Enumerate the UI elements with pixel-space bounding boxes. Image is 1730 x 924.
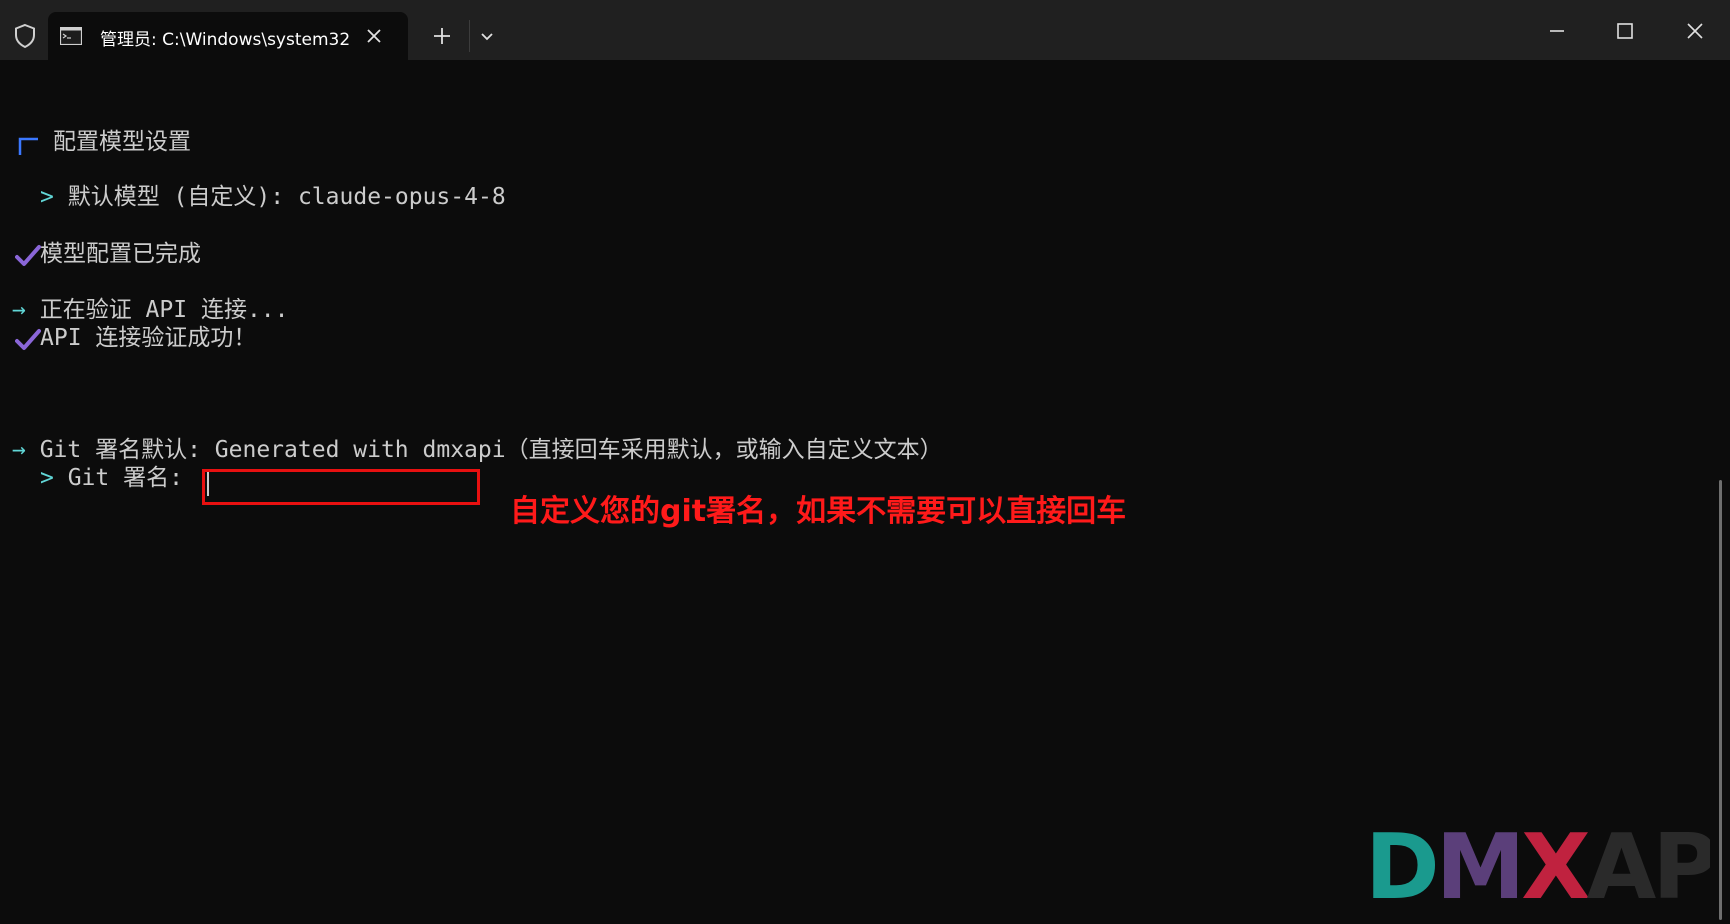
prompt-marker: > <box>40 465 68 491</box>
default-model-value: claude-opus-4-8 <box>297 184 506 210</box>
terminal-tab[interactable]: 管理员: C:\Windows\system32 <box>48 12 408 60</box>
verifying-api-text: 正在验证 API 连接... <box>39 297 289 323</box>
title-bar: 管理员: C:\Windows\system32 <box>0 0 1730 60</box>
shield-icon <box>15 23 35 49</box>
git-signature-hint: （直接回车采用默认，或输入自定义文本） <box>505 437 943 463</box>
git-signature-default-line: → Git 署名默认: Generated with dmxapi（直接回车采用… <box>12 436 943 464</box>
api-success: API 连接验证成功！ <box>40 325 257 351</box>
git-signature-default-value: Generated with dmxapi <box>214 437 506 463</box>
check-icon <box>15 329 41 350</box>
model-config-done: 模型配置已完成 <box>40 241 201 267</box>
dmxapi-logo: DMXAPI <box>1365 815 1710 910</box>
close-tab-icon[interactable] <box>364 26 384 46</box>
new-tab-icon[interactable] <box>428 25 456 47</box>
close-window-icon[interactable] <box>1672 14 1718 48</box>
minimize-icon[interactable] <box>1534 14 1580 48</box>
arrow-icon: → <box>12 297 40 323</box>
svg-text:DMXAPI: DMXAPI <box>1365 815 1710 910</box>
git-signature-prompt-line: > Git 署名: <box>40 464 197 492</box>
default-model-prompt: 默认模型 (自定义): <box>67 184 298 210</box>
tab-separator <box>469 20 470 52</box>
git-signature-prompt: Git 署名: <box>67 465 197 491</box>
scrollbar[interactable] <box>1719 480 1722 920</box>
cmd-icon <box>60 27 82 45</box>
maximize-icon[interactable] <box>1602 14 1648 48</box>
annotation-text: 自定义您的git署名，如果不需要可以直接回车 <box>510 494 1127 529</box>
default-model-line: > 默认模型 (自定义): claude-opus-4-8 <box>40 183 506 211</box>
section-bracket-icon <box>18 137 38 155</box>
tab-title: 管理员: C:\Windows\system32 <box>100 30 351 50</box>
prompt-marker: > <box>40 184 68 210</box>
annotation-highlight-box <box>202 469 480 505</box>
arrow-icon: → <box>12 437 40 463</box>
section-title: 配置模型设置 <box>53 129 191 155</box>
verifying-api-line: → 正在验证 API 连接... <box>12 296 288 324</box>
git-signature-default-label: Git 署名默认: <box>39 437 215 463</box>
check-icon <box>15 245 41 266</box>
chevron-down-icon[interactable] <box>474 26 500 46</box>
